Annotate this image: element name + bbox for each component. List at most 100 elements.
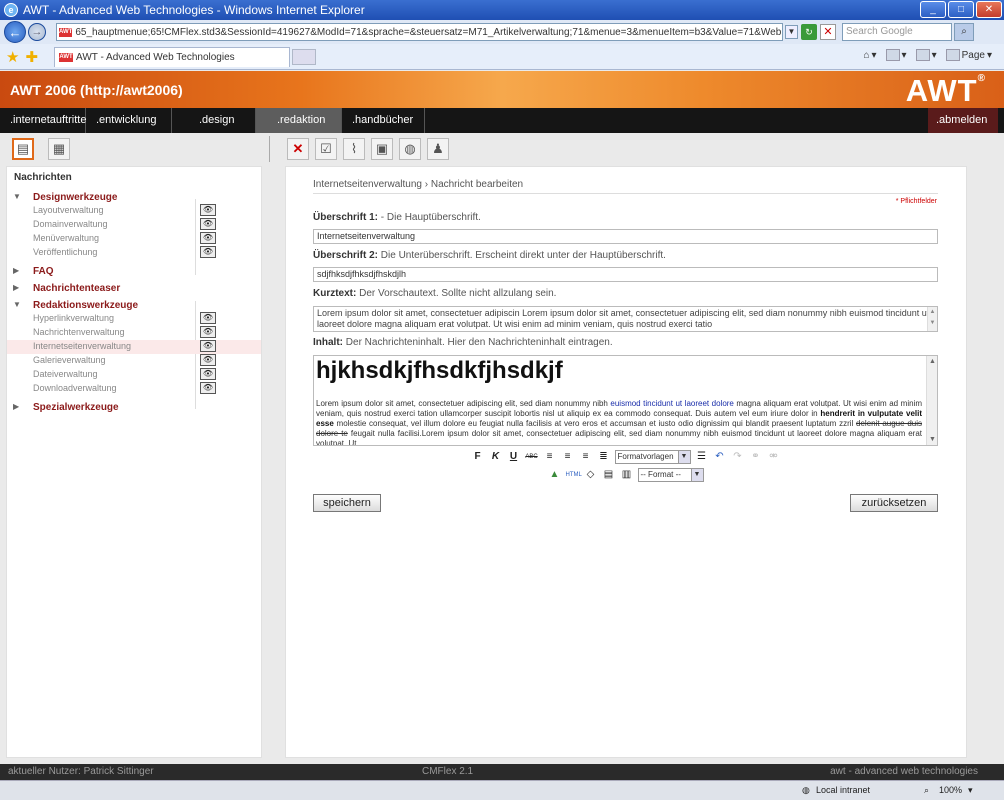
favorites-star-icon[interactable]: ★	[6, 48, 19, 66]
align-center-icon[interactable]: ≡	[561, 450, 575, 464]
forward-button[interactable]: →	[28, 23, 46, 41]
rich-text-editor[interactable]: hjkhsdkjfhsdkfjhsdkjf Lorem ipsum dolor …	[313, 355, 938, 446]
tree-item-hyperlinkverwaltung[interactable]: Hyperlinkverwaltung 👁	[7, 312, 261, 326]
redo-icon[interactable]: ↷	[731, 450, 745, 464]
address-dropdown-button[interactable]: ▼	[785, 25, 798, 39]
checklist-icon[interactable]: ☑	[315, 138, 337, 160]
tree-item-dateiverwaltung[interactable]: Dateiverwaltung 👁	[7, 368, 261, 382]
editor-heading: hjkhsdkjfhsdkfjhsdkjf	[316, 357, 563, 384]
back-button[interactable]: ←	[4, 21, 26, 43]
tree-item-nachrichtenverwaltung[interactable]: Nachrichtenverwaltung 👁	[7, 326, 261, 340]
align-left-icon[interactable]: ≡	[543, 450, 557, 464]
tree-group-spezialwerkzeuge[interactable]: ▶ Spezialwerkzeuge	[7, 402, 261, 414]
tree-group-nachrichtenteaser[interactable]: ▶ Nachrichtenteaser	[7, 283, 261, 295]
italic-button[interactable]: K	[489, 450, 503, 464]
preview-eye-icon[interactable]: 👁	[200, 312, 216, 324]
user-icon[interactable]: ♟	[427, 138, 449, 160]
tree-item-domainverwaltung[interactable]: Domainverwaltung 👁	[7, 218, 261, 232]
textarea-scrollbar[interactable]: ▲ ▼	[927, 307, 937, 331]
tree-item-veroeffentlichung[interactable]: Veröffentlichung 👁	[7, 246, 261, 260]
paste-word-icon[interactable]: ▥	[620, 468, 634, 482]
align-right-icon[interactable]: ≡	[579, 450, 593, 464]
unlink-icon[interactable]: ⚮	[767, 450, 781, 464]
link-icon[interactable]: ⚭	[749, 450, 763, 464]
preview-eye-icon[interactable]: 👁	[200, 340, 216, 352]
preview-eye-icon[interactable]: 👁	[200, 204, 216, 216]
heading1-input[interactable]: Internetseitenverwaltung	[313, 229, 938, 244]
tree-item-menueverwaltung[interactable]: Menüverwaltung 👁	[7, 232, 261, 246]
preview-eye-icon[interactable]: 👁	[200, 382, 216, 394]
tree-group-faq[interactable]: ▶ FAQ	[7, 266, 261, 278]
shorttext-textarea[interactable]: Lorem ipsum dolor sit amet, consectetuer…	[313, 306, 938, 332]
format-select[interactable]: -- Format -- ▼	[637, 467, 704, 482]
tree-group-redaktionswerkzeuge[interactable]: ▼ Redaktionswerkzeuge	[7, 300, 261, 312]
preview-eye-icon[interactable]: 👁	[200, 368, 216, 380]
editor-body: Lorem ipsum dolor sit amet, consectetuer…	[316, 399, 922, 445]
preview-eye-icon[interactable]: 👁	[200, 218, 216, 230]
insert-image-icon[interactable]: ▲	[548, 468, 562, 482]
tree-item-galerieverwaltung[interactable]: Galerieverwaltung 👁	[7, 354, 261, 368]
search-input[interactable]: Search Google	[842, 23, 952, 41]
maximize-button[interactable]: □	[948, 1, 974, 18]
delete-icon[interactable]: ✕	[287, 138, 309, 160]
align-justify-icon[interactable]: ≣	[597, 450, 611, 464]
bold-button[interactable]: F	[471, 450, 485, 464]
preview-eye-icon[interactable]: 👁	[200, 354, 216, 366]
breadcrumb: Internetseitenverwaltung › Nachricht bea…	[313, 179, 524, 190]
stop-button[interactable]: ✕	[820, 24, 836, 40]
shorttext-hint: Der Vorschautext. Sollte nicht allzulang…	[359, 288, 557, 299]
tree-group-designwerkzeuge[interactable]: ▼ Designwerkzeuge	[7, 192, 261, 204]
globe-icon[interactable]: ◍	[399, 138, 421, 160]
chevron-down-icon[interactable]: ▾	[968, 785, 973, 796]
html-source-icon[interactable]: HTML	[566, 468, 582, 482]
reset-button[interactable]: zurücksetzen	[850, 494, 938, 512]
save-button[interactable]: speichern	[313, 494, 381, 512]
main-nav: .internetauftritte .entwicklung .design …	[0, 108, 1004, 133]
tree-item-internetseitenverwaltung[interactable]: Internetseitenverwaltung 👁	[7, 340, 261, 354]
tree-group-label: Redaktionswerkzeuge	[33, 300, 139, 311]
preview-eye-icon[interactable]: 👁	[200, 246, 216, 258]
zoom-level[interactable]: 100%	[939, 785, 962, 795]
nav-design[interactable]: .design	[172, 108, 256, 133]
paste-icon[interactable]: ▤	[602, 468, 616, 482]
security-zone: Local intranet	[816, 785, 871, 795]
print-button[interactable]: ▾	[915, 49, 937, 61]
new-document-icon[interactable]: ▦	[48, 138, 70, 160]
strikethrough-button[interactable]: ABC	[525, 450, 539, 464]
address-bar[interactable]: AWT 65_hauptmenue;65!CMFlex.std3&Session…	[56, 23, 783, 41]
preview-eye-icon[interactable]: 👁	[200, 326, 216, 338]
scroll-down-icon[interactable]: ▼	[929, 436, 936, 443]
close-window-button[interactable]: ✕	[976, 1, 1002, 18]
editor-scrollbar[interactable]: ▲ ▼	[926, 356, 937, 445]
image-icon[interactable]: ▣	[371, 138, 393, 160]
minimize-button[interactable]: _	[920, 1, 946, 18]
styles-select[interactable]: Formatvorlagen ▼	[614, 449, 691, 464]
editor-link[interactable]: euismod tincidunt ut laoreet dolore	[610, 399, 734, 408]
shorttext-value: Lorem ipsum dolor sit amet, consectetuer…	[317, 308, 930, 329]
underline-button[interactable]: U	[507, 450, 521, 464]
tree-item-layoutverwaltung[interactable]: Layoutverwaltung 👁	[7, 204, 261, 218]
search-button[interactable]: ⌕	[954, 23, 974, 41]
undo-icon[interactable]: ↶	[713, 450, 727, 464]
nav-handbuecher[interactable]: .handbücher	[342, 108, 425, 133]
tree-item-downloadverwaltung[interactable]: Downloadverwaltung 👁	[7, 382, 261, 396]
refresh-button[interactable]: ↻	[801, 24, 817, 40]
nav-internetauftritte[interactable]: .internetauftritte	[0, 108, 86, 133]
heading1-hint: - Die Hauptüberschrift.	[380, 212, 481, 223]
preview-eye-icon[interactable]: 👁	[200, 232, 216, 244]
home-button[interactable]: ⌂ ▾	[863, 50, 876, 61]
add-favorites-icon[interactable]: ✚	[25, 48, 38, 66]
bullet-list-icon[interactable]: ☰	[695, 450, 709, 464]
new-tab-button[interactable]	[292, 48, 317, 65]
nav-redaktion[interactable]: .redaktion	[256, 108, 342, 133]
browser-tab[interactable]: AWT AWT - Advanced Web Technologies	[54, 46, 291, 67]
eraser-icon[interactable]: ◇	[584, 468, 598, 482]
attachment-icon[interactable]: ⌇	[343, 138, 365, 160]
nav-entwicklung[interactable]: .entwicklung	[86, 108, 172, 133]
scroll-up-icon[interactable]: ▲	[929, 358, 936, 365]
heading2-input[interactable]: sdjfhksdjfhksdjfhskdjlh	[313, 267, 938, 282]
page-menu[interactable]: Page ▾	[945, 49, 992, 61]
logout-button[interactable]: .abmelden	[928, 108, 998, 133]
document-icon[interactable]: ▤	[12, 138, 34, 160]
feeds-button[interactable]: ▾	[885, 49, 907, 61]
